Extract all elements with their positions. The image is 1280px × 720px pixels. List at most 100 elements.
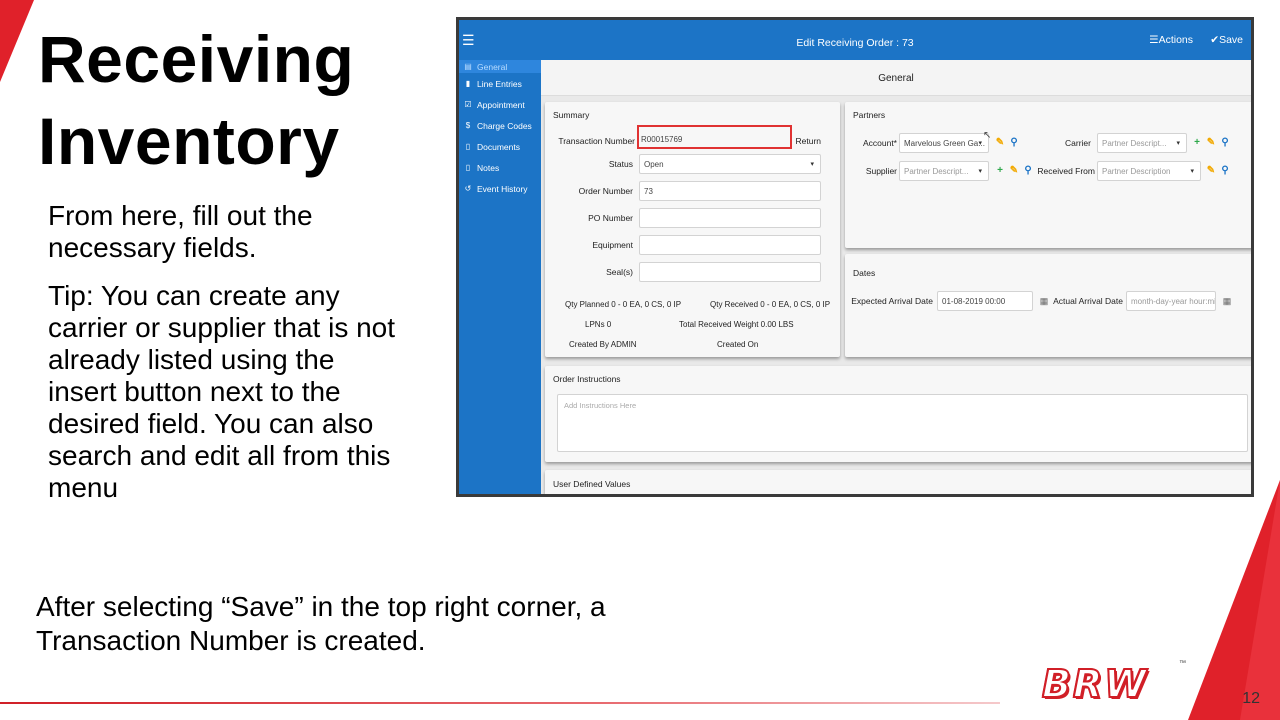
partners-panel: Partners Account* Marvelous Green Ga... … [845,102,1251,248]
lpns-count: LPNs 0 [585,320,612,329]
sidebar: ▤ General ▮ Line Entries ☑ Appointment $… [459,60,541,494]
page-title: Edit Receiving Order : 73 [796,37,914,49]
sidebar-item-charge-codes[interactable]: $ Charge Codes [459,115,541,136]
chevron-down-icon: ▾ [978,168,982,175]
seals-field[interactable] [639,262,821,282]
slide-body: From here, fill out the necessary fields… [48,200,408,520]
account-value: Marvelous Green Ga... [904,139,985,148]
po-number-label: PO Number [588,213,633,223]
order-number-label: Order Number [578,186,633,196]
section-header: General [541,60,1251,96]
sidebar-item-label: Event History [477,183,528,194]
logo-text: BRW [1041,661,1149,707]
brw-logo: BRW ™ [1038,660,1186,707]
save-label: Save [1219,34,1243,46]
mouse-cursor-icon: ↖ [983,130,992,141]
sidebar-item-line-entries[interactable]: ▮ Line Entries [459,73,541,94]
tip-paragraph: Tip: You can create any carrier or suppl… [48,280,396,503]
chevron-down-icon: ▾ [810,161,814,168]
sidebar-item-documents[interactable]: ▯ Documents [459,136,541,157]
slide-title: Receiving Inventory [38,22,355,178]
user-defined-title: User Defined Values [553,479,631,489]
note-icon: ▯ [465,163,471,172]
calendar-check-icon: ☑ [464,100,472,109]
expected-arrival-label: Expected Arrival Date [851,296,933,306]
actions-label: Actions [1158,34,1193,46]
partners-title: Partners [853,110,886,120]
qty-planned: Qty Planned 0 - 0 EA, 0 CS, 0 IP [565,300,682,309]
actions-button[interactable]: ☰Actions [1149,34,1193,46]
status-label: Status [608,159,633,169]
created-by: Created By ADMIN [569,340,637,349]
footer-line [0,702,1000,704]
add-carrier-icon[interactable]: + [1191,137,1203,149]
account-select[interactable]: Marvelous Green Ga... ▾ [899,133,989,153]
app-header: ☰ Edit Receiving Order : 73 ☰Actions ✔Sa… [459,20,1251,60]
search-carrier-icon[interactable]: ⚲ [1219,137,1231,149]
order-instructions-textarea[interactable]: Add Instructions Here [557,394,1248,452]
transaction-number-highlight [637,125,792,149]
supplier-placeholder: Partner Descript... [904,167,969,176]
save-note: After selecting “Save” in the top right … [36,591,606,656]
trademark-mark: ™ [1179,660,1186,667]
transaction-number-label: Transaction Number [558,136,635,146]
sidebar-item-event-history[interactable]: ↺ Event History [459,178,541,199]
add-supplier-icon[interactable]: + [994,165,1006,177]
status-value: Open [644,160,664,169]
summary-title: Summary [553,110,590,120]
page-number: 12 [1242,690,1260,707]
received-from-select[interactable]: Partner Description ▾ [1097,161,1201,181]
sidebar-item-label: General [477,61,508,72]
edit-account-icon[interactable]: ✎ [994,137,1006,149]
order-number-field[interactable]: 73 [639,181,821,201]
sidebar-item-appointment[interactable]: ☑ Appointment [459,94,541,115]
total-received-weight: Total Received Weight 0.00 LBS [679,320,794,329]
return-label[interactable]: Return [785,136,821,146]
document-icon: ▯ [465,142,471,151]
edit-received-from-icon[interactable]: ✎ [1205,165,1217,177]
calendar-icon[interactable]: ▦ [1038,295,1050,307]
carrier-label: Carrier [1065,138,1091,148]
carrier-placeholder: Partner Descript... [1102,139,1167,148]
instruction-paragraph: From here, fill out the necessary fields… [48,200,313,263]
seals-label: Seal(s) [606,267,633,277]
carrier-select[interactable]: Partner Descript... ▾ [1097,133,1187,153]
search-supplier-icon[interactable]: ⚲ [1022,165,1034,177]
account-label: Account* [862,138,897,148]
actual-arrival-field[interactable]: month-day-year hour:mi... [1126,291,1216,311]
grid-icon: ▤ [464,62,472,71]
calendar-icon[interactable]: ▦ [1221,295,1233,307]
app-window: ☰ Edit Receiving Order : 73 ☰Actions ✔Sa… [456,17,1254,497]
order-instructions-panel: Order Instructions Add Instructions Here [545,366,1251,462]
edit-supplier-icon[interactable]: ✎ [1008,165,1020,177]
history-icon: ↺ [464,184,472,193]
summary-panel: Summary Transaction Number R00015769 Ret… [545,102,840,357]
status-select[interactable]: Open ▾ [639,154,821,174]
received-from-label: Received From [1037,166,1095,176]
user-defined-panel: User Defined Values [545,470,1251,494]
order-instructions-title: Order Instructions [553,374,621,384]
dates-title: Dates [853,268,876,278]
chevron-down-icon: ▾ [1176,140,1180,147]
supplier-select[interactable]: Partner Descript... ▾ [899,161,989,181]
received-from-placeholder: Partner Description [1102,167,1171,176]
save-button[interactable]: ✔Save [1210,34,1243,46]
edit-carrier-icon[interactable]: ✎ [1205,137,1217,149]
sidebar-item-label: Notes [477,162,500,173]
created-on: Created On [717,340,759,349]
sidebar-item-notes[interactable]: ▯ Notes [459,157,541,178]
chevron-down-icon: ▾ [1190,168,1194,175]
sidebar-item-label: Documents [477,141,520,152]
expected-arrival-field[interactable]: 01-08-2019 00:00 [937,291,1033,311]
actual-arrival-label: Actual Arrival Date [1053,296,1123,306]
search-received-from-icon[interactable]: ⚲ [1219,165,1231,177]
po-number-field[interactable] [639,208,821,228]
equipment-label: Equipment [592,240,633,250]
sidebar-item-label: Line Entries [477,78,522,89]
sidebar-item-general[interactable]: ▤ General [459,60,541,73]
check-icon: ✔ [1210,34,1220,46]
equipment-field[interactable] [639,235,821,255]
sidebar-item-label: Appointment [477,99,525,110]
search-account-icon[interactable]: ⚲ [1008,137,1020,149]
chevron-down-icon: ▾ [978,140,982,147]
